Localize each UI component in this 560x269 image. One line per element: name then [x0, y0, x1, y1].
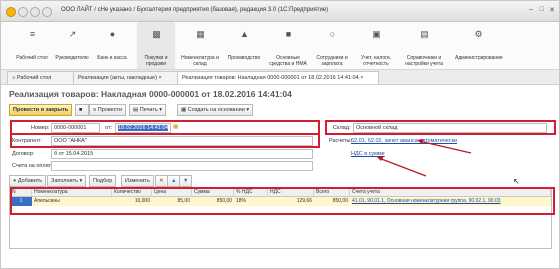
move-down-button[interactable]: ▼ [179, 175, 193, 187]
box-icon: ▦ [196, 29, 205, 39]
close-icon[interactable]: × [360, 75, 363, 81]
people-icon: ○ [329, 29, 336, 39]
section-admin[interactable]: ⚙ Администрирование [455, 22, 503, 69]
app-window: ООО ЛАЙТ / сНе указано / Бухгалтерия пре… [0, 0, 560, 269]
section-desktop[interactable]: ≡ Рабочий стол [13, 22, 51, 69]
open-tabs: ⌂ Рабочий стол Реализация (акты, накладн… [1, 70, 559, 85]
arrow-up-icon: ▲ [171, 178, 177, 184]
section-staff[interactable]: ○ Сотрудники и зарплата [313, 22, 351, 69]
section-manager[interactable]: ↗ Руководителю [53, 22, 91, 69]
header-highlight-right [325, 120, 556, 135]
bank-icon: ● [109, 29, 116, 39]
post-icon: ≡ [93, 107, 97, 113]
book-icon: ▤ [420, 29, 429, 39]
section-assets[interactable]: ■ Основные средства и НМА [269, 22, 307, 69]
app-logo-icon [6, 7, 16, 17]
maximize-icon[interactable]: □ [540, 6, 544, 13]
window-title: ООО ЛАЙТ / сНе указано / Бухгалтерия пре… [61, 7, 329, 13]
tax-icon: ▣ [372, 29, 381, 39]
contract-field[interactable]: б от 15.04.2015 [51, 149, 313, 159]
post-button[interactable]: ≡ Провести [89, 104, 127, 116]
add-icon: ● [13, 178, 17, 184]
add-row-button[interactable]: ● Добавить [9, 175, 47, 187]
section-ribbon: ≡ Рабочий стол ↗ Руководителю ● Банк и касс… [1, 22, 559, 70]
invoice-label: Счета на оплату: [12, 163, 56, 169]
create-icon: ▦ [181, 107, 187, 113]
forward-icon[interactable] [30, 7, 40, 17]
close-icon[interactable]: × [158, 75, 161, 81]
section-sales[interactable]: ▩ Покупки и продажи [137, 22, 175, 69]
table-highlight [10, 187, 555, 215]
section-nomenclature[interactable]: ▦ Номенклатура и склад [181, 22, 219, 69]
create-based-button[interactable]: ▦ Создать на основании ▾ [177, 104, 254, 116]
fill-button[interactable]: Заполнить ▾ [47, 175, 87, 187]
page-title: Реализация товаров: Накладная 0000-00000… [9, 89, 292, 99]
pick-button[interactable]: Подбор [89, 175, 117, 187]
print-icon: ▤ [133, 107, 139, 113]
change-button[interactable]: Изменить [121, 175, 154, 187]
vat-link[interactable]: НДС в сумме [351, 151, 385, 157]
gear-icon: ⚙ [474, 29, 483, 39]
invoice-field[interactable] [51, 161, 313, 171]
counterparty-highlight [10, 133, 320, 148]
contract-label: Договор: [12, 151, 35, 157]
arrow-down-icon: ▼ [183, 178, 189, 184]
assets-icon: ■ [285, 29, 292, 39]
post-and-close-button[interactable]: Провести и закрыть [9, 104, 73, 116]
tab-desktop[interactable]: ⌂ Рабочий стол [7, 71, 75, 84]
settlements-label: Расчеты: [329, 138, 352, 144]
minimize-icon[interactable]: – [529, 6, 533, 13]
title-bar: ООО ЛАЙТ / сНе указано / Бухгалтерия пре… [1, 1, 559, 22]
delete-icon: ✕ [159, 178, 164, 184]
print-button[interactable]: ▤ Печать ▾ [129, 104, 167, 116]
cart-icon: ▩ [152, 29, 161, 39]
section-bank[interactable]: ● Банк и касса [93, 22, 131, 69]
section-references[interactable]: ▤ Справочники и настройки учета [405, 22, 443, 69]
factory-icon: ▲ [240, 29, 249, 39]
close-icon[interactable]: ✕ [549, 6, 555, 14]
home-icon: ≡ [29, 29, 36, 39]
settlements-link[interactable]: 62.01, 62.02, зачет аванса автоматически [351, 138, 457, 144]
back-icon[interactable] [18, 7, 28, 17]
star-icon[interactable] [42, 7, 52, 17]
mouse-cursor-icon: ↖ [513, 177, 520, 186]
section-taxes[interactable]: ▣ Учет, налоги, отчетность [357, 22, 395, 69]
arrow-to-vat [378, 157, 427, 177]
chart-icon: ↗ [68, 29, 77, 39]
tab-sales-doc[interactable]: Реализация товаров: Накладная 0000-00000… [177, 71, 379, 84]
tab-sales-list[interactable]: Реализация (акты, накладные) × [73, 71, 179, 84]
save-button[interactable]: ■ [75, 104, 89, 116]
section-production[interactable]: ▲ Производство [225, 22, 263, 69]
delete-row-button[interactable]: ✕ [155, 175, 168, 187]
